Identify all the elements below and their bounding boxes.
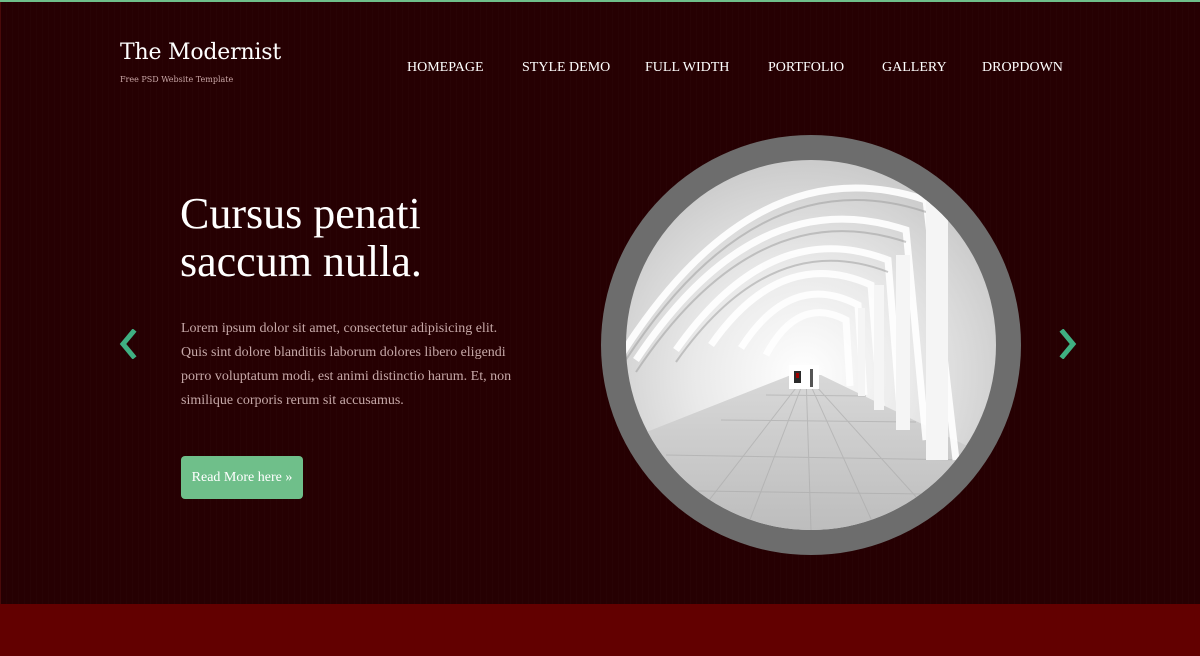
hero-image [626, 160, 996, 530]
brand[interactable]: The Modernist Free PSD Website Template [120, 40, 281, 84]
read-more-button[interactable]: Read More here » [181, 456, 303, 499]
nav-item-homepage[interactable]: HOMEPAGE [407, 60, 484, 76]
site-title[interactable]: The Modernist [120, 40, 281, 65]
nav-item-gallery[interactable]: GALLERY [882, 60, 947, 76]
nav-item-full-width[interactable]: FULL WIDTH [645, 60, 729, 76]
site-tagline: Free PSD Website Template [120, 75, 234, 84]
nav-item-style-demo[interactable]: STYLE DEMO [522, 60, 610, 76]
chevron-left-icon[interactable] [118, 329, 138, 359]
chevron-right-icon[interactable] [1058, 329, 1078, 359]
page: The Modernist Free PSD Website Template … [0, 0, 1200, 656]
hero-headline: Cursus penati saccum nulla. [180, 189, 422, 286]
footer-band [0, 604, 1200, 656]
hero-body-text: Lorem ipsum dolor sit amet, consectetur … [181, 321, 512, 408]
nav-item-portfolio[interactable]: PORTFOLIO [768, 60, 844, 76]
left-edge-border [0, 2, 1, 604]
top-accent-line [0, 0, 1200, 2]
nav-item-dropdown[interactable]: DROPDOWN [982, 60, 1063, 76]
architecture-corridor-photo-icon [626, 160, 996, 530]
